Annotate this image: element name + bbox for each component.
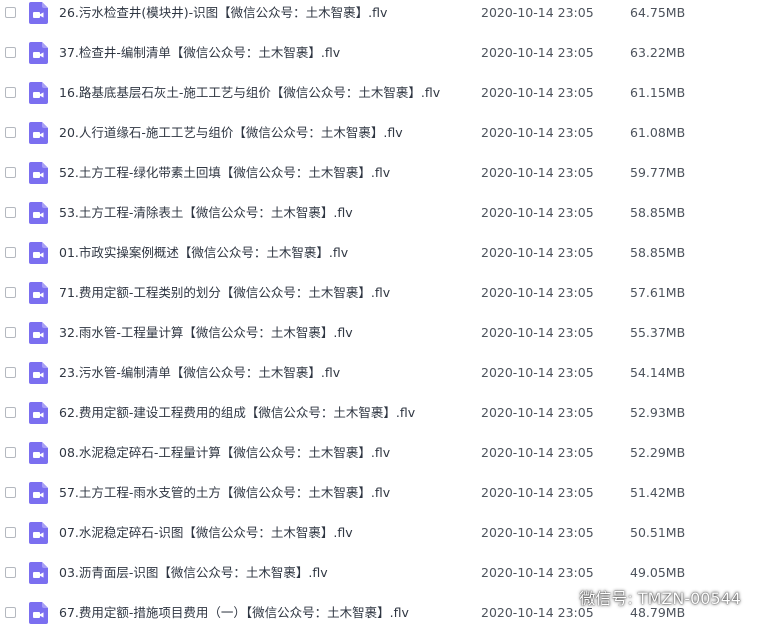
file-modified-date: 2020-10-14 23:05 xyxy=(481,285,594,301)
row-checkbox[interactable] xyxy=(5,207,16,218)
file-row[interactable]: 52.土方工程-绿化带素土回填【微信公众号：土木智裹】.flv 2020-10-… xyxy=(0,154,761,194)
video-file-icon xyxy=(29,282,48,304)
video-file-icon xyxy=(29,602,48,624)
video-file-icon xyxy=(29,402,48,424)
video-file-icon xyxy=(29,82,48,104)
file-name[interactable]: 16.路基底基层石灰土-施工工艺与组价【微信公众号：土木智裹】.flv xyxy=(59,85,440,101)
file-name[interactable]: 71.费用定额-工程类别的划分【微信公众号：土木智裹】.flv xyxy=(59,285,390,301)
file-size: 61.08MB xyxy=(630,125,685,141)
video-file-icon xyxy=(29,442,48,464)
video-file-icon xyxy=(29,482,48,504)
file-row[interactable]: 32.雨水管-工程量计算【微信公众号：土木智裹】.flv 2020-10-14 … xyxy=(0,314,761,354)
video-file-icon xyxy=(29,162,48,184)
file-modified-date: 2020-10-14 23:05 xyxy=(481,405,594,421)
row-checkbox[interactable] xyxy=(5,607,16,618)
file-name[interactable]: 23.污水管-编制清单【微信公众号：土木智裹】.flv xyxy=(59,365,340,381)
video-file-icon xyxy=(29,322,48,344)
file-row[interactable]: 23.污水管-编制清单【微信公众号：土木智裹】.flv 2020-10-14 2… xyxy=(0,354,761,394)
file-size: 52.93MB xyxy=(630,405,685,421)
file-modified-date: 2020-10-14 23:05 xyxy=(481,445,594,461)
file-row[interactable]: 08.水泥稳定碎石-工程量计算【微信公众号：土木智裹】.flv 2020-10-… xyxy=(0,434,761,474)
file-name[interactable]: 20.人行道缘石-施工工艺与组价【微信公众号：土木智裹】.flv xyxy=(59,125,403,141)
file-row[interactable]: 01.市政实操案例概述【微信公众号：土木智裹】.flv 2020-10-14 2… xyxy=(0,234,761,274)
video-file-icon xyxy=(29,562,48,584)
file-row[interactable]: 37.检查井-编制清单【微信公众号：土木智裹】.flv 2020-10-14 2… xyxy=(0,34,761,74)
file-row[interactable]: 62.费用定额-建设工程费用的组成【微信公众号：土木智裹】.flv 2020-1… xyxy=(0,394,761,434)
video-file-icon xyxy=(29,362,48,384)
file-name[interactable]: 37.检查井-编制清单【微信公众号：土木智裹】.flv xyxy=(59,45,340,61)
row-checkbox[interactable] xyxy=(5,167,16,178)
file-size: 51.42MB xyxy=(630,485,685,501)
file-list: 26.污水检查井(模块井)-识图【微信公众号：土木智裹】.flv 2020-10… xyxy=(0,0,761,634)
row-checkbox[interactable] xyxy=(5,407,16,418)
file-size: 63.22MB xyxy=(630,45,685,61)
row-checkbox[interactable] xyxy=(5,367,16,378)
file-name[interactable]: 07.水泥稳定碎石-识图【微信公众号：土木智裹】.flv xyxy=(59,525,353,541)
file-size: 64.75MB xyxy=(630,5,685,21)
file-name[interactable]: 53.土方工程-清除表土【微信公众号：土木智裹】.flv xyxy=(59,205,353,221)
file-modified-date: 2020-10-14 23:05 xyxy=(481,485,594,501)
file-modified-date: 2020-10-14 23:05 xyxy=(481,125,594,141)
row-checkbox[interactable] xyxy=(5,247,16,258)
row-checkbox[interactable] xyxy=(5,487,16,498)
file-size: 50.51MB xyxy=(630,525,685,541)
file-name[interactable]: 62.费用定额-建设工程费用的组成【微信公众号：土木智裹】.flv xyxy=(59,405,415,421)
row-checkbox[interactable] xyxy=(5,127,16,138)
file-size: 57.61MB xyxy=(630,285,685,301)
watermark-text: 微信号: TMZN-00544 xyxy=(579,585,741,609)
video-file-icon xyxy=(29,122,48,144)
file-modified-date: 2020-10-14 23:05 xyxy=(481,365,594,381)
row-checkbox[interactable] xyxy=(5,527,16,538)
file-modified-date: 2020-10-14 23:05 xyxy=(481,45,594,61)
file-size: 59.77MB xyxy=(630,165,685,181)
row-checkbox[interactable] xyxy=(5,47,16,58)
file-name[interactable]: 26.污水检查井(模块井)-识图【微信公众号：土木智裹】.flv xyxy=(59,5,387,21)
file-size: 54.14MB xyxy=(630,365,685,381)
file-size: 49.05MB xyxy=(630,565,685,581)
file-size: 55.37MB xyxy=(630,325,685,341)
file-size: 58.85MB xyxy=(630,245,685,261)
file-modified-date: 2020-10-14 23:05 xyxy=(481,85,594,101)
file-size: 58.85MB xyxy=(630,205,685,221)
file-modified-date: 2020-10-14 23:05 xyxy=(481,245,594,261)
file-name[interactable]: 57.土方工程-雨水支管的土方【微信公众号：土木智裹】.flv xyxy=(59,485,390,501)
file-name[interactable]: 03.沥青面层-识图【微信公众号：土木智裹】.flv xyxy=(59,565,328,581)
row-checkbox[interactable] xyxy=(5,567,16,578)
file-row[interactable]: 07.水泥稳定碎石-识图【微信公众号：土木智裹】.flv 2020-10-14 … xyxy=(0,514,761,554)
file-row[interactable]: 16.路基底基层石灰土-施工工艺与组价【微信公众号：土木智裹】.flv 2020… xyxy=(0,74,761,114)
wechat-icon xyxy=(551,586,573,608)
row-checkbox[interactable] xyxy=(5,327,16,338)
watermark: 微信号: TMZN-00544 xyxy=(551,585,741,609)
file-modified-date: 2020-10-14 23:05 xyxy=(481,565,594,581)
file-row[interactable]: 57.土方工程-雨水支管的土方【微信公众号：土木智裹】.flv 2020-10-… xyxy=(0,474,761,514)
row-checkbox[interactable] xyxy=(5,287,16,298)
video-file-icon xyxy=(29,242,48,264)
file-modified-date: 2020-10-14 23:05 xyxy=(481,325,594,341)
file-modified-date: 2020-10-14 23:05 xyxy=(481,525,594,541)
row-checkbox[interactable] xyxy=(5,7,16,18)
file-size: 61.15MB xyxy=(630,85,685,101)
file-name[interactable]: 32.雨水管-工程量计算【微信公众号：土木智裹】.flv xyxy=(59,325,353,341)
row-checkbox[interactable] xyxy=(5,87,16,98)
file-name[interactable]: 01.市政实操案例概述【微信公众号：土木智裹】.flv xyxy=(59,245,348,261)
video-file-icon xyxy=(29,522,48,544)
file-name[interactable]: 08.水泥稳定碎石-工程量计算【微信公众号：土木智裹】.flv xyxy=(59,445,390,461)
file-modified-date: 2020-10-14 23:05 xyxy=(481,165,594,181)
video-file-icon xyxy=(29,202,48,224)
video-file-icon xyxy=(29,2,48,24)
file-modified-date: 2020-10-14 23:05 xyxy=(481,5,594,21)
file-size: 52.29MB xyxy=(630,445,685,461)
file-row[interactable]: 26.污水检查井(模块井)-识图【微信公众号：土木智裹】.flv 2020-10… xyxy=(0,0,761,34)
file-name[interactable]: 52.土方工程-绿化带素土回填【微信公众号：土木智裹】.flv xyxy=(59,165,390,181)
row-checkbox[interactable] xyxy=(5,447,16,458)
file-name[interactable]: 67.费用定额-措施项目费用（一）【微信公众号：土木智裹】.flv xyxy=(59,605,409,621)
file-row[interactable]: 20.人行道缘石-施工工艺与组价【微信公众号：土木智裹】.flv 2020-10… xyxy=(0,114,761,154)
file-row[interactable]: 53.土方工程-清除表土【微信公众号：土木智裹】.flv 2020-10-14 … xyxy=(0,194,761,234)
video-file-icon xyxy=(29,42,48,64)
file-modified-date: 2020-10-14 23:05 xyxy=(481,205,594,221)
file-row[interactable]: 71.费用定额-工程类别的划分【微信公众号：土木智裹】.flv 2020-10-… xyxy=(0,274,761,314)
